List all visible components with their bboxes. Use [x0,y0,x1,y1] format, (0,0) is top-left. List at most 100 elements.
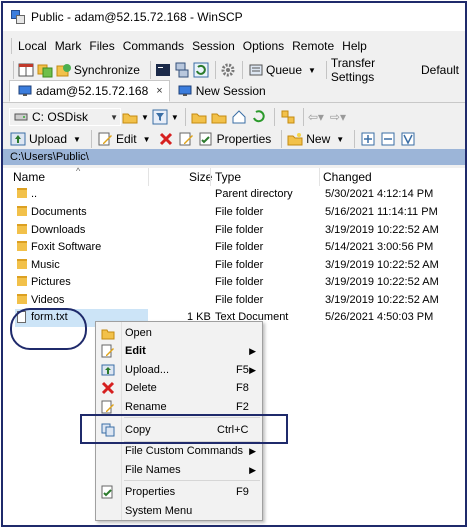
menu-item-delete[interactable]: Delete F8 [96,379,262,398]
menu-item-edit[interactable]: Edit ▶ [96,342,262,361]
edit-button[interactable]: Edit [116,132,137,146]
menu-bar: Local Mark Files Commands Session Option… [3,35,465,57]
tab-new-session[interactable]: New Session [170,80,272,102]
menu-remote[interactable]: Remote [288,39,338,53]
queue-icon[interactable] [247,61,264,79]
menu-help[interactable]: Help [338,39,371,53]
find-files-icon[interactable] [279,108,297,126]
list-item[interactable]: .. Parent directory 5/30/2021 4:12:14 PM [3,186,465,204]
parent-directory-icon[interactable] [190,108,208,126]
new-folder-icon[interactable] [286,130,304,148]
preferences-gear-icon[interactable] [220,61,237,79]
menu-session[interactable]: Session [188,39,239,53]
file-changed: 5/26/2021 4:50:03 PM [325,311,434,323]
list-item[interactable]: Documents File folder 5/16/2021 11:14:11… [3,204,465,222]
menu-files[interactable]: Files [85,39,118,53]
menu-local[interactable]: Local [14,39,51,53]
file-changed: 3/19/2019 10:22:52 AM [325,293,439,306]
winscp-window: Public - adam@52.15.72.168 - WinSCP Loca… [1,1,467,527]
forward-arrow-icon[interactable]: ⇨▾ [330,110,346,124]
edit-icon [101,344,115,358]
refresh-icon[interactable] [250,108,268,126]
menu-item-properties[interactable]: Properties F9 [96,483,262,502]
submenu-arrow-icon: ▶ [249,465,256,475]
compare-directories-icon[interactable] [37,61,54,79]
rename-icon[interactable] [177,130,195,148]
list-item[interactable]: Foxit Software File folder 5/14/2021 3:0… [3,239,465,257]
column-name[interactable]: Name [13,170,45,184]
properties-button[interactable]: Properties [217,132,272,146]
open-folder-icon[interactable] [121,108,139,126]
main-toolbar: Synchronize Queue ▼ Transfer Settings De… [3,56,465,84]
delete-icon[interactable] [157,130,175,148]
file-type: File folder [215,206,264,218]
column-changed[interactable]: Changed [323,170,372,184]
list-item[interactable]: Pictures File folder 3/19/2019 10:22:52 … [3,274,465,292]
unselect-all-icon[interactable] [379,130,397,148]
local-panel-icon[interactable] [18,61,35,79]
upload-button[interactable]: Upload [29,132,67,146]
sort-ascending-icon: ^ [76,166,81,176]
list-item[interactable]: Downloads File folder 3/19/2019 10:22:52… [3,222,465,240]
transfer-settings-label[interactable]: Transfer Settings [331,56,415,84]
folder-icon [17,223,27,234]
menu-mark[interactable]: Mark [51,39,86,53]
chevron-down-icon[interactable]: ▼ [336,135,344,144]
filter-icon[interactable] [151,108,169,126]
chevron-down-icon[interactable]: ▼ [143,135,151,144]
menu-item-file-custom-commands[interactable]: File Custom Commands ▶ [96,442,262,461]
column-size[interactable]: Size [189,170,212,184]
queue-button[interactable]: Queue [266,63,302,77]
chevron-down-icon[interactable]: ▼ [73,135,81,144]
edit-icon[interactable] [96,130,114,148]
filter-select-icon[interactable] [399,130,417,148]
folder-icon [17,258,27,269]
folder-icon [17,241,27,251]
refresh-icon[interactable] [192,61,209,79]
parent-directory-icon [17,188,27,198]
menu-options[interactable]: Options [239,39,288,53]
root-directory-icon[interactable] [210,108,228,126]
select-all-icon[interactable] [359,130,377,148]
window-title: Public - adam@52.15.72.168 - WinSCP [31,10,243,24]
file-changed: 3/19/2019 10:22:52 AM [325,223,439,236]
submenu-arrow-icon: ▶ [249,446,256,456]
back-arrow-icon[interactable]: ⇦▾ [308,110,324,124]
putty-icon[interactable] [174,61,191,79]
properties-icon[interactable] [197,130,215,148]
synchronize-icon[interactable] [55,61,72,79]
menu-commands[interactable]: Commands [119,39,188,53]
menu-item-file-names[interactable]: File Names ▶ [96,461,262,480]
file-type: File folder [215,293,264,306]
list-item[interactable]: Videos File folder 3/19/2019 10:22:52 AM [3,292,465,310]
folder-icon [17,293,27,304]
annotation-rectangle [80,414,288,444]
file-type: File folder [215,241,264,253]
file-name: Videos [31,293,65,306]
drive-select[interactable]: C: OSDisk ▼ [9,108,121,126]
file-changed: 5/14/2021 3:00:56 PM [325,241,434,253]
chevron-down-icon[interactable]: ▼ [171,113,179,122]
new-button[interactable]: New [306,132,330,146]
submenu-arrow-icon: ▶ [249,346,256,356]
chevron-down-icon: ▼ [110,112,118,122]
menu-item-upload[interactable]: Upload... F5 ▶ [96,361,262,380]
upload-icon [101,363,115,377]
file-name: Music [31,258,60,271]
upload-icon[interactable] [9,130,27,148]
current-path[interactable]: C:\Users\Public\ [3,149,465,165]
list-item[interactable]: Music File folder 3/19/2019 10:22:52 AM [3,257,465,275]
menu-item-system-menu[interactable]: System Menu [96,502,262,521]
close-icon[interactable]: × [156,85,162,97]
transfer-settings-value[interactable]: Default [421,63,459,77]
chevron-down-icon[interactable]: ▼ [141,113,149,122]
chevron-down-icon[interactable]: ▼ [308,66,316,75]
console-icon[interactable] [155,61,172,79]
synchronize-button[interactable]: Synchronize [74,63,140,77]
folder-open-icon [101,326,115,340]
home-icon[interactable] [230,108,248,126]
tab-session[interactable]: adam@52.15.72.168 × [9,80,170,102]
column-type[interactable]: Type [215,170,241,184]
annotation-oval [10,308,87,350]
menu-item-open[interactable]: Open [96,324,262,343]
